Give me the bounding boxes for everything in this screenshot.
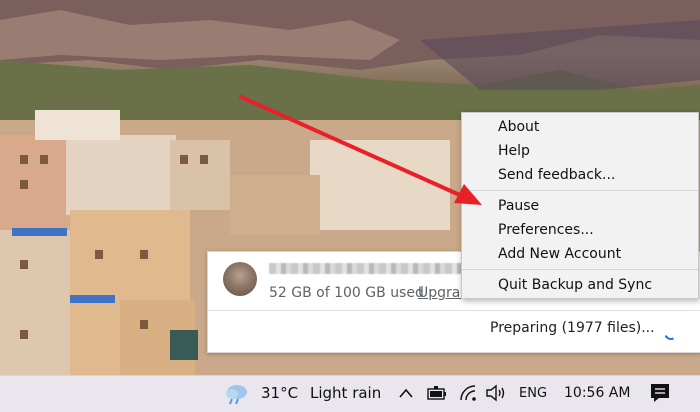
clock[interactable]: 10:56 AM [564, 385, 630, 401]
battery-icon[interactable] [426, 385, 448, 401]
menu-item-help[interactable]: Help [498, 143, 530, 159]
menu-item-about[interactable]: About [498, 119, 539, 135]
weather-condition[interactable]: Light rain [310, 384, 381, 402]
menu-item-add-new-account[interactable]: Add New Account [498, 246, 621, 262]
building [0, 230, 70, 375]
building [66, 135, 176, 215]
weather-temperature[interactable]: 31°C [261, 384, 298, 402]
building [12, 228, 67, 236]
menu-item-pause[interactable]: Pause [498, 198, 539, 214]
menu-item-preferences[interactable]: Preferences... [498, 222, 594, 238]
context-menu: About Help Send feedback... Pause Prefer… [461, 112, 699, 299]
weather-cloud-rain-icon[interactable] [224, 383, 250, 405]
menu-separator [462, 190, 698, 191]
spinner-icon [662, 324, 680, 342]
wifi-icon[interactable] [458, 384, 478, 402]
building [310, 140, 450, 230]
building [230, 175, 320, 235]
language-indicator[interactable]: ENG [519, 386, 547, 401]
avatar[interactable] [223, 262, 257, 296]
menu-item-quit[interactable]: Quit Backup and Sync [498, 277, 652, 293]
volume-icon[interactable] [485, 384, 507, 402]
notifications-icon[interactable] [649, 382, 671, 404]
building [70, 295, 115, 303]
panel-divider [208, 310, 700, 311]
sync-status-text: Preparing (1977 files)... [490, 320, 655, 336]
account-email-blurred [269, 263, 469, 274]
building [170, 140, 230, 210]
menu-item-send-feedback[interactable]: Send feedback... [498, 167, 615, 183]
menu-separator [462, 269, 698, 270]
building [170, 330, 198, 360]
storage-usage-text: 52 GB of 100 GB used [269, 285, 424, 301]
taskbar: 31°C Light rain ENG 10:56 AM [0, 375, 700, 412]
chevron-up-icon[interactable] [398, 386, 414, 400]
building [35, 110, 120, 140]
